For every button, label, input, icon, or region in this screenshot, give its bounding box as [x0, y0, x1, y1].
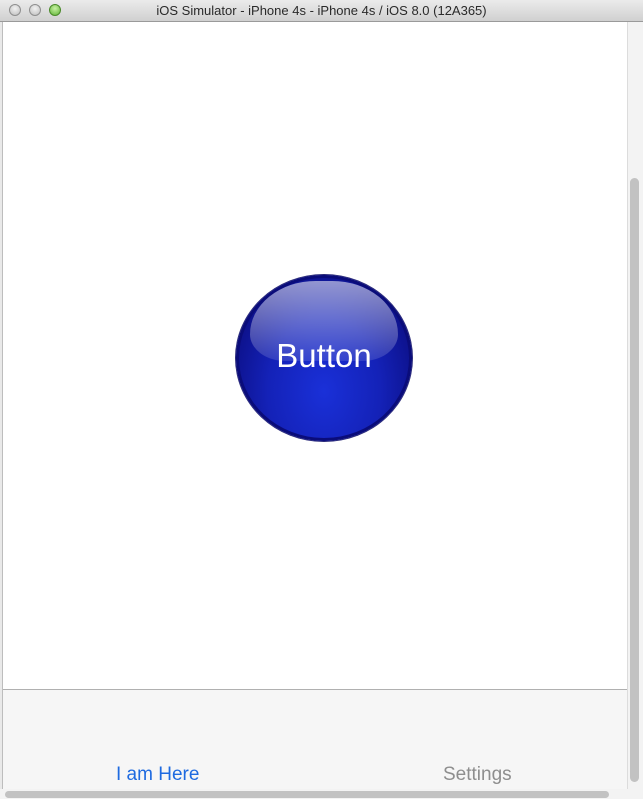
- round-button[interactable]: Button: [236, 275, 412, 441]
- simulator-window: iOS Simulator - iPhone 4s - iPhone 4s / …: [0, 0, 643, 799]
- tab-settings[interactable]: Settings: [443, 764, 512, 786]
- window-title: iOS Simulator - iPhone 4s - iPhone 4s / …: [156, 3, 487, 18]
- device-screen: Button I am Here Settings: [2, 22, 627, 789]
- vertical-scrollbar-thumb[interactable]: [630, 178, 639, 782]
- title-bar[interactable]: iOS Simulator - iPhone 4s - iPhone 4s / …: [0, 0, 643, 22]
- tab-bar: I am Here Settings: [3, 689, 627, 789]
- horizontal-scrollbar-thumb[interactable]: [5, 791, 609, 798]
- button-label: Button: [276, 337, 372, 374]
- tab-i-am-here[interactable]: I am Here: [116, 764, 199, 786]
